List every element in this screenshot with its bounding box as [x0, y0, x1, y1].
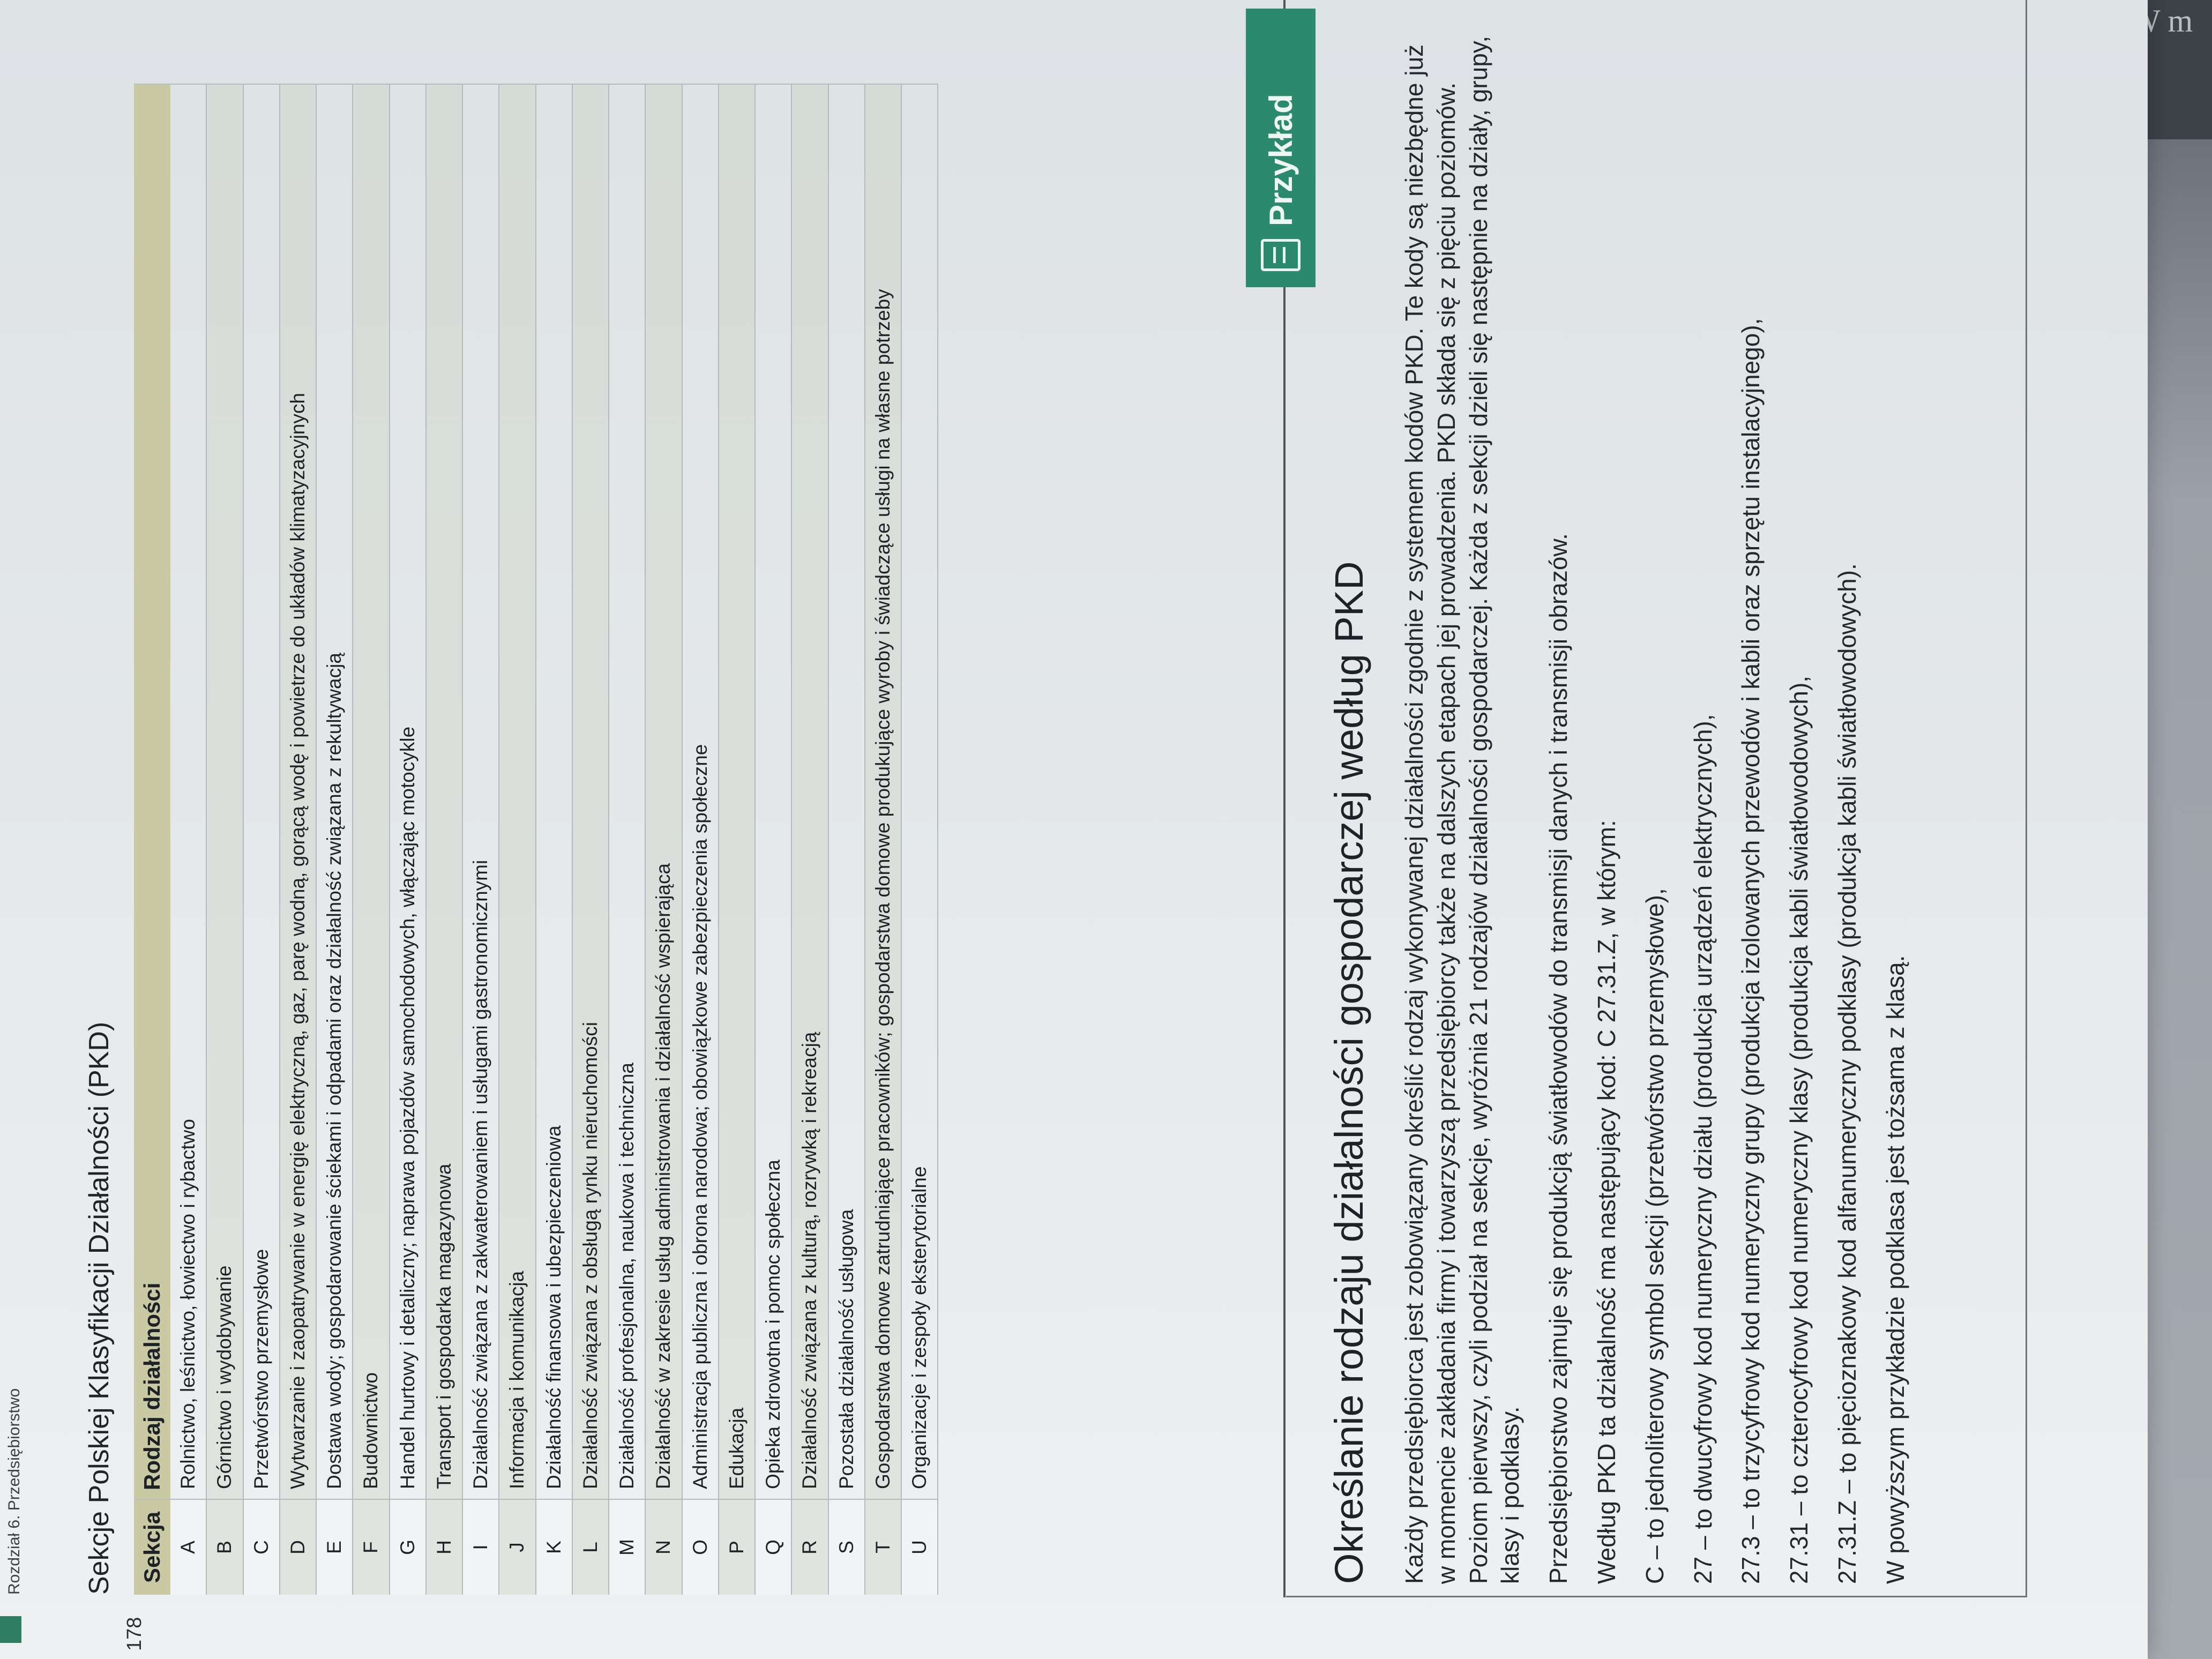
table-row: H Transport i gospodarka magazynowa — [425, 84, 462, 1595]
table-row: I Działalność związana z zakwaterowaniem … — [462, 84, 499, 1595]
section-code-cell: U — [901, 1499, 938, 1595]
activity-cell: Górnictwo i wydobywanie — [206, 84, 243, 1499]
example-paragraph-conclusion: W powyższym przykładzie podklasa jest to… — [1881, 955, 1909, 1584]
header-activity: Rodzaj działalności — [134, 84, 170, 1499]
pkd-sections-table: Sekcja Rodzaj działalności A Rolnictwo, l… — [134, 84, 938, 1595]
list-item: 27.31 – to czterocyfrowy kod numeryczny … — [1785, 675, 1813, 1584]
table-row: L Działalność związana z obsługą rynku ni… — [572, 84, 609, 1595]
activity-cell: Działalność w zakresie usług administrow… — [645, 84, 682, 1499]
activity-cell: Informacja i komunikacja — [499, 84, 536, 1499]
table-row: D Wytwarzanie i zaopatrywanie w energię e… — [279, 84, 316, 1595]
activity-cell: Działalność związana z zakwaterowaniem i… — [462, 84, 499, 1499]
activity-cell: Przetwórstwo przemysłowe — [243, 84, 280, 1499]
example-paragraph-code: Według PKD ta działalność ma następujący… — [1592, 820, 1620, 1584]
example-badge: Przykład — [1246, 9, 1316, 287]
activity-cell: Budownictwo — [353, 84, 390, 1499]
section-code-cell: J — [499, 1499, 536, 1595]
activity-cell: Wytwarzanie i zaopatrywanie w energię el… — [279, 84, 316, 1499]
activity-cell: Działalność profesjonalna, naukowa i tec… — [609, 84, 646, 1499]
section-code-cell: Q — [755, 1499, 792, 1595]
activity-cell: Edukacja — [718, 84, 755, 1499]
table-row: O Administracja publiczna i obrona narodo… — [682, 84, 719, 1595]
running-head: Rozdział 6. Przedsiębiorstwo — [5, 1388, 23, 1595]
table-row: R Działalność związana z kulturą, rozrywk… — [791, 84, 828, 1595]
table-title: Sekcje Polskiej Klasyfikacji Działalnośc… — [84, 1021, 115, 1595]
table-row: C Przetwórstwo przemysłowe — [243, 84, 280, 1595]
table-row: N Działalność w zakresie usług administro… — [645, 84, 682, 1595]
section-code-cell: I — [462, 1499, 499, 1595]
table-body: A Rolnictwo, leśnictwo, łowiectwo i rybac… — [170, 84, 938, 1595]
section-code-cell: C — [243, 1499, 280, 1595]
section-code-cell: L — [572, 1499, 609, 1595]
section-code-cell: P — [718, 1499, 755, 1595]
table-header-row: Sekcja Rodzaj działalności — [134, 84, 170, 1595]
example-title: Określanie rodzaju działalności gospodar… — [1327, 561, 1371, 1584]
chapter-tab-marker — [0, 1616, 21, 1643]
section-code-cell: O — [682, 1499, 719, 1595]
list-item: 27.31.Z – to pięcioznakowy kod alfanumer… — [1833, 563, 1861, 1584]
activity-cell: Działalność finansowa i ubezpieczeniowa — [535, 84, 572, 1499]
section-code-cell: E — [316, 1499, 353, 1595]
table-row: F Budownictwo — [353, 84, 390, 1595]
section-code-cell: F — [353, 1499, 390, 1595]
list-item: 27 – to dwucyfrowy kod numeryczny działu… — [1688, 714, 1717, 1585]
section-code-cell: D — [279, 1499, 316, 1595]
table-row: K Działalność finansowa i ubezpieczeniowa — [535, 84, 572, 1595]
section-code-cell: H — [425, 1499, 462, 1595]
example-paragraph-scenario: Przedsiębiorstwo zajmuje się produkcją ś… — [1544, 533, 1573, 1584]
table-row: U Organizacje i zespoły eksterytorialne — [901, 84, 938, 1595]
document-icon — [1261, 239, 1301, 271]
activity-cell: Pozostała działalność usługowa — [828, 84, 865, 1499]
activity-cell: Transport i gospodarka magazynowa — [425, 84, 462, 1499]
table-row: P Edukacja — [718, 84, 755, 1595]
list-item: C – to jednoliterowy symbol sekcji (prze… — [1640, 888, 1669, 1584]
table-row: S Pozostała działalność usługowa — [828, 84, 865, 1595]
page-number: 178 — [123, 1617, 146, 1651]
table-row: G Handel hurtowy i detaliczny; naprawa po… — [389, 84, 426, 1595]
example-badge-label: Przykład — [1262, 94, 1299, 226]
activity-cell: Opieka zdrowotna i pomoc społeczna — [755, 84, 792, 1499]
example-body: Każdy przedsiębiorca jest zobowiązany ok… — [1399, 30, 1928, 1584]
activity-cell: Organizacje i zespoły eksterytorialne — [901, 84, 938, 1499]
section-code-cell: G — [389, 1499, 426, 1595]
section-code-cell: N — [645, 1499, 682, 1595]
section-code-cell: R — [791, 1499, 828, 1595]
table-row: T Gospodarstwa domowe zatrudniające praco… — [864, 84, 901, 1595]
table-row: J Informacja i komunikacja — [499, 84, 536, 1595]
section-code-cell: B — [206, 1499, 243, 1595]
activity-cell: Rolnictwo, leśnictwo, łowiectwo i rybact… — [170, 84, 207, 1499]
section-code-cell: A — [170, 1499, 207, 1595]
section-code-cell: T — [864, 1499, 901, 1595]
table-row: A Rolnictwo, leśnictwo, łowiectwo i rybac… — [170, 84, 207, 1595]
table-row: M Działalność profesjonalna, naukowa i te… — [609, 84, 646, 1595]
table-row: Q Opieka zdrowotna i pomoc społeczna — [755, 84, 792, 1595]
activity-cell: Handel hurtowy i detaliczny; naprawa poj… — [389, 84, 426, 1499]
example-paragraph-intro: Każdy przedsiębiorca jest zobowiązany ok… — [1400, 35, 1525, 1584]
activity-cell: Gospodarstwa domowe zatrudniające pracow… — [864, 84, 901, 1499]
activity-cell: Administracja publiczna i obrona narodow… — [682, 84, 719, 1499]
section-code-cell: M — [609, 1499, 646, 1595]
activity-cell: Działalność związana z kulturą, rozrywką… — [791, 84, 828, 1499]
section-code-cell: S — [828, 1499, 865, 1595]
header-section: Sekcja — [134, 1499, 170, 1595]
list-item: 27.3 – to trzycyfrowy kod numeryczny gru… — [1737, 318, 1765, 1584]
section-code-cell: K — [535, 1499, 572, 1595]
textbook-page: Rozdział 6. Przedsiębiorstwo 178 Sekcje … — [0, 0, 2148, 1659]
table-row: E Dostawa wody; gospodarowanie ściekami i… — [316, 84, 353, 1595]
activity-cell: Działalność związana z obsługą rynku nie… — [572, 84, 609, 1499]
table-row: B Górnictwo i wydobywanie — [206, 84, 243, 1595]
activity-cell: Dostawa wody; gospodarowanie ściekami i … — [316, 84, 353, 1499]
